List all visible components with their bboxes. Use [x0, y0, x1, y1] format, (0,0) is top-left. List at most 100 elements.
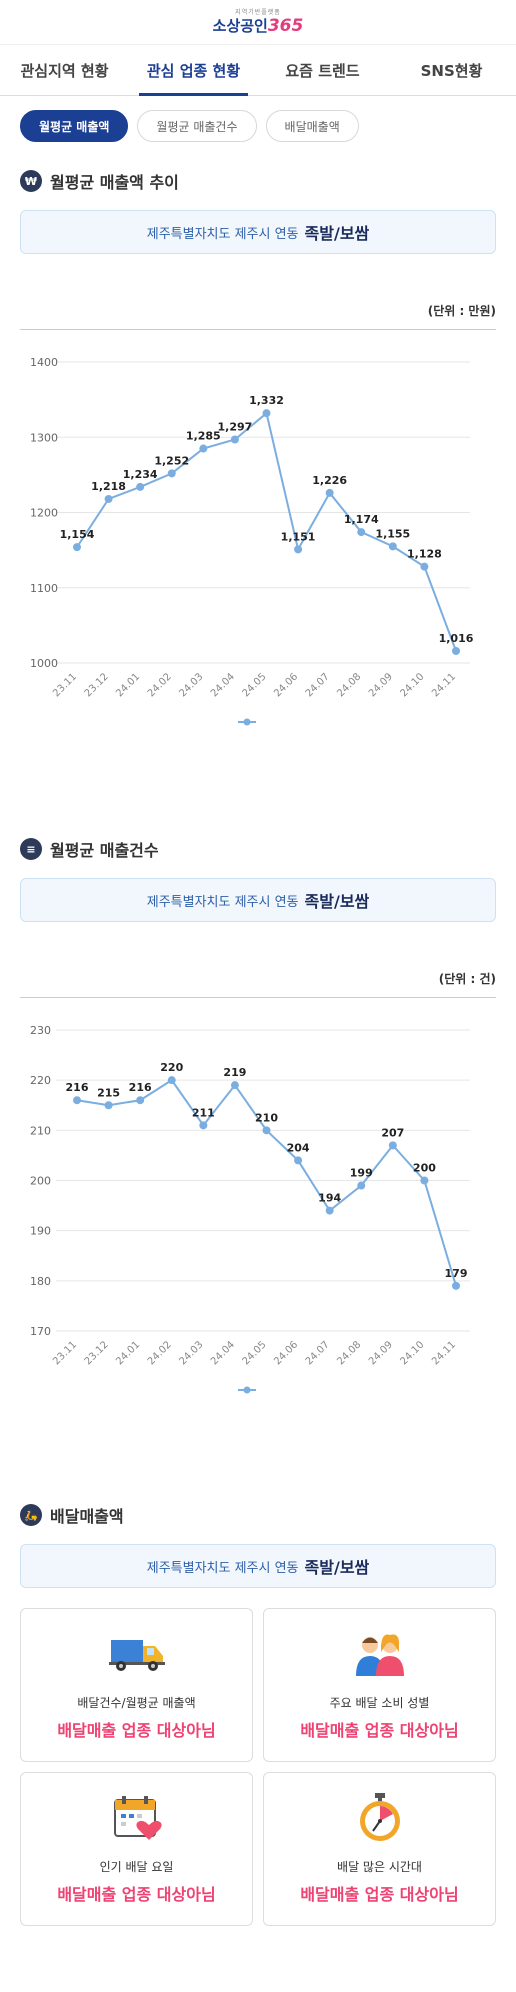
- y-tick-label: 1100: [30, 582, 58, 595]
- y-tick-label: 190: [30, 1225, 51, 1238]
- x-tick-label: 24.10: [399, 671, 427, 699]
- data-point[interactable]: [420, 562, 429, 571]
- data-point[interactable]: [262, 1126, 271, 1135]
- x-tick-label: 24.05: [241, 1339, 269, 1367]
- data-label: 1,218: [91, 480, 126, 493]
- data-point[interactable]: [230, 435, 239, 444]
- x-tick-label: 24.01: [114, 1339, 142, 1367]
- data-point[interactable]: [357, 1181, 366, 1190]
- x-tick-label: 24.09: [367, 1339, 395, 1367]
- data-point[interactable]: [167, 469, 176, 478]
- pill-delivery-sales[interactable]: 배달매출액: [265, 110, 359, 142]
- stopwatch-icon: [356, 1792, 404, 1844]
- category-name: 족발/보쌈: [304, 224, 370, 243]
- data-point[interactable]: [230, 1081, 239, 1090]
- x-tick-label: 24.06: [272, 671, 300, 699]
- data-point[interactable]: [452, 1281, 460, 1290]
- y-tick-label: 1400: [30, 356, 58, 369]
- calendar-heart-icon: [111, 1792, 163, 1844]
- delivery-card: 배달건수/월평균 매출액 배달매출 업종 대상아님: [20, 1608, 253, 1762]
- data-point[interactable]: [357, 528, 366, 537]
- y-tick-label: 210: [30, 1124, 51, 1137]
- data-label: 194: [318, 1192, 341, 1205]
- data-label: 1,297: [218, 421, 253, 434]
- count-line-chart: 17018019020021022023023.11 23.12 24.01 24.0…: [30, 1024, 470, 1394]
- x-tick-label: 23.12: [83, 671, 111, 699]
- tab-trends[interactable]: 요즘 트렌드: [258, 45, 387, 95]
- section-title: 월평균 매출건수: [50, 841, 159, 860]
- x-tick-label: 24.04: [209, 671, 237, 699]
- receipt-icon: ≡: [20, 838, 42, 860]
- data-point[interactable]: [452, 646, 460, 655]
- data-label: 1,332: [249, 394, 284, 407]
- category-name: 족발/보쌈: [304, 1558, 370, 1577]
- logo-subtitle: 지역기반플랫폼: [235, 8, 281, 16]
- data-point[interactable]: [294, 1156, 303, 1165]
- data-point[interactable]: [104, 494, 113, 503]
- data-label: 1,234: [123, 468, 158, 481]
- x-tick-label: 23.11: [51, 1339, 79, 1367]
- y-tick-label: 220: [30, 1074, 51, 1087]
- couple-icon: [352, 1628, 408, 1680]
- data-point[interactable]: [136, 482, 145, 491]
- main-tabs: 관심지역 현황 관심 업종 현황 요즘 트렌드 SNS현황: [0, 44, 516, 96]
- data-point[interactable]: [73, 1096, 81, 1105]
- region-name: 제주특별자치도 제주시 연동: [146, 226, 299, 242]
- data-label: 1,151: [281, 530, 316, 543]
- data-point[interactable]: [104, 1101, 113, 1110]
- won-coin-icon: ₩: [20, 170, 42, 192]
- y-tick-label: 230: [30, 1024, 51, 1037]
- data-point[interactable]: [420, 1176, 429, 1185]
- card-value: 배달매출 업종 대상아님: [57, 1885, 216, 1904]
- card-value: 배달매출 업종 대상아님: [300, 1885, 459, 1904]
- sales-line-chart: 1000 1100 1200 1300 1400 23.11 23.12 24.01 24.02…: [30, 356, 474, 726]
- data-point[interactable]: [325, 488, 334, 497]
- data-point[interactable]: [262, 409, 271, 418]
- x-tick-label: 24.05: [241, 671, 269, 699]
- region-name: 제주특별자치도 제주시 연동: [146, 1560, 299, 1576]
- legend-dot: [243, 1386, 251, 1394]
- data-label: 220: [160, 1061, 183, 1074]
- y-tick-label: 1300: [30, 431, 58, 444]
- x-tick-label: 24.11: [430, 671, 458, 699]
- y-tick-label: 170: [30, 1325, 51, 1338]
- data-point[interactable]: [294, 545, 303, 554]
- region-name: 제주특별자치도 제주시 연동: [146, 894, 299, 910]
- x-tick-label: 24.03: [177, 671, 205, 699]
- delivery-card: 인기 배달 요일 배달매출 업종 대상아님: [20, 1772, 253, 1926]
- category-name: 족발/보쌈: [304, 892, 370, 911]
- logo[interactable]: 지역기반플랫폼 소상공인 365: [212, 8, 304, 36]
- data-label: 211: [192, 1106, 215, 1119]
- x-tick-label: 24.08: [335, 671, 363, 699]
- y-tick-label: 200: [30, 1175, 51, 1188]
- data-point[interactable]: [325, 1206, 334, 1215]
- x-tick-label: 24.01: [114, 671, 142, 699]
- data-label: 210: [255, 1111, 278, 1124]
- sales-section: ₩ 월평균 매출액 추이 제주특별자치도 제주시 연동 족발/보쌈 (단위 : …: [0, 166, 516, 750]
- count-section: ≡ 월평균 매출건수 제주특별자치도 제주시 연동 족발/보쌈 (단위 : 건)…: [0, 834, 516, 1418]
- pill-monthly-sales[interactable]: 월평균 매출액: [20, 110, 129, 142]
- data-point[interactable]: [199, 1121, 208, 1130]
- x-tick-label: 24.11: [430, 1339, 458, 1367]
- logo-text: 소상공인 365: [212, 15, 304, 36]
- data-point[interactable]: [136, 1096, 145, 1105]
- tab-region-status[interactable]: 관심지역 현황: [0, 45, 129, 95]
- tab-industry-status[interactable]: 관심 업종 현황: [129, 45, 258, 96]
- x-tick-label: 24.07: [304, 671, 332, 699]
- data-point[interactable]: [388, 1141, 397, 1150]
- card-value: 배달매출 업종 대상아님: [57, 1721, 216, 1740]
- data-point[interactable]: [167, 1076, 176, 1085]
- x-tick-label: 24.06: [272, 1339, 300, 1367]
- pill-monthly-count[interactable]: 월평균 매출건수: [137, 110, 257, 142]
- y-tick-label: 1200: [30, 507, 58, 520]
- unit-label: (단위 : 만원): [427, 304, 496, 318]
- data-label: 204: [287, 1141, 310, 1154]
- data-label: 1,128: [407, 548, 442, 561]
- delivery-cards: 배달건수/월평균 매출액 배달매출 업종 대상아님 주요 배달 소비 성별 배달…: [20, 1608, 496, 1926]
- x-tick-label: 24.04: [209, 1339, 237, 1367]
- data-point[interactable]: [199, 444, 208, 453]
- tab-sns-status[interactable]: SNS현황: [387, 45, 516, 95]
- data-point[interactable]: [388, 542, 397, 551]
- data-point[interactable]: [73, 543, 81, 552]
- x-tick-label: 24.07: [304, 1339, 332, 1367]
